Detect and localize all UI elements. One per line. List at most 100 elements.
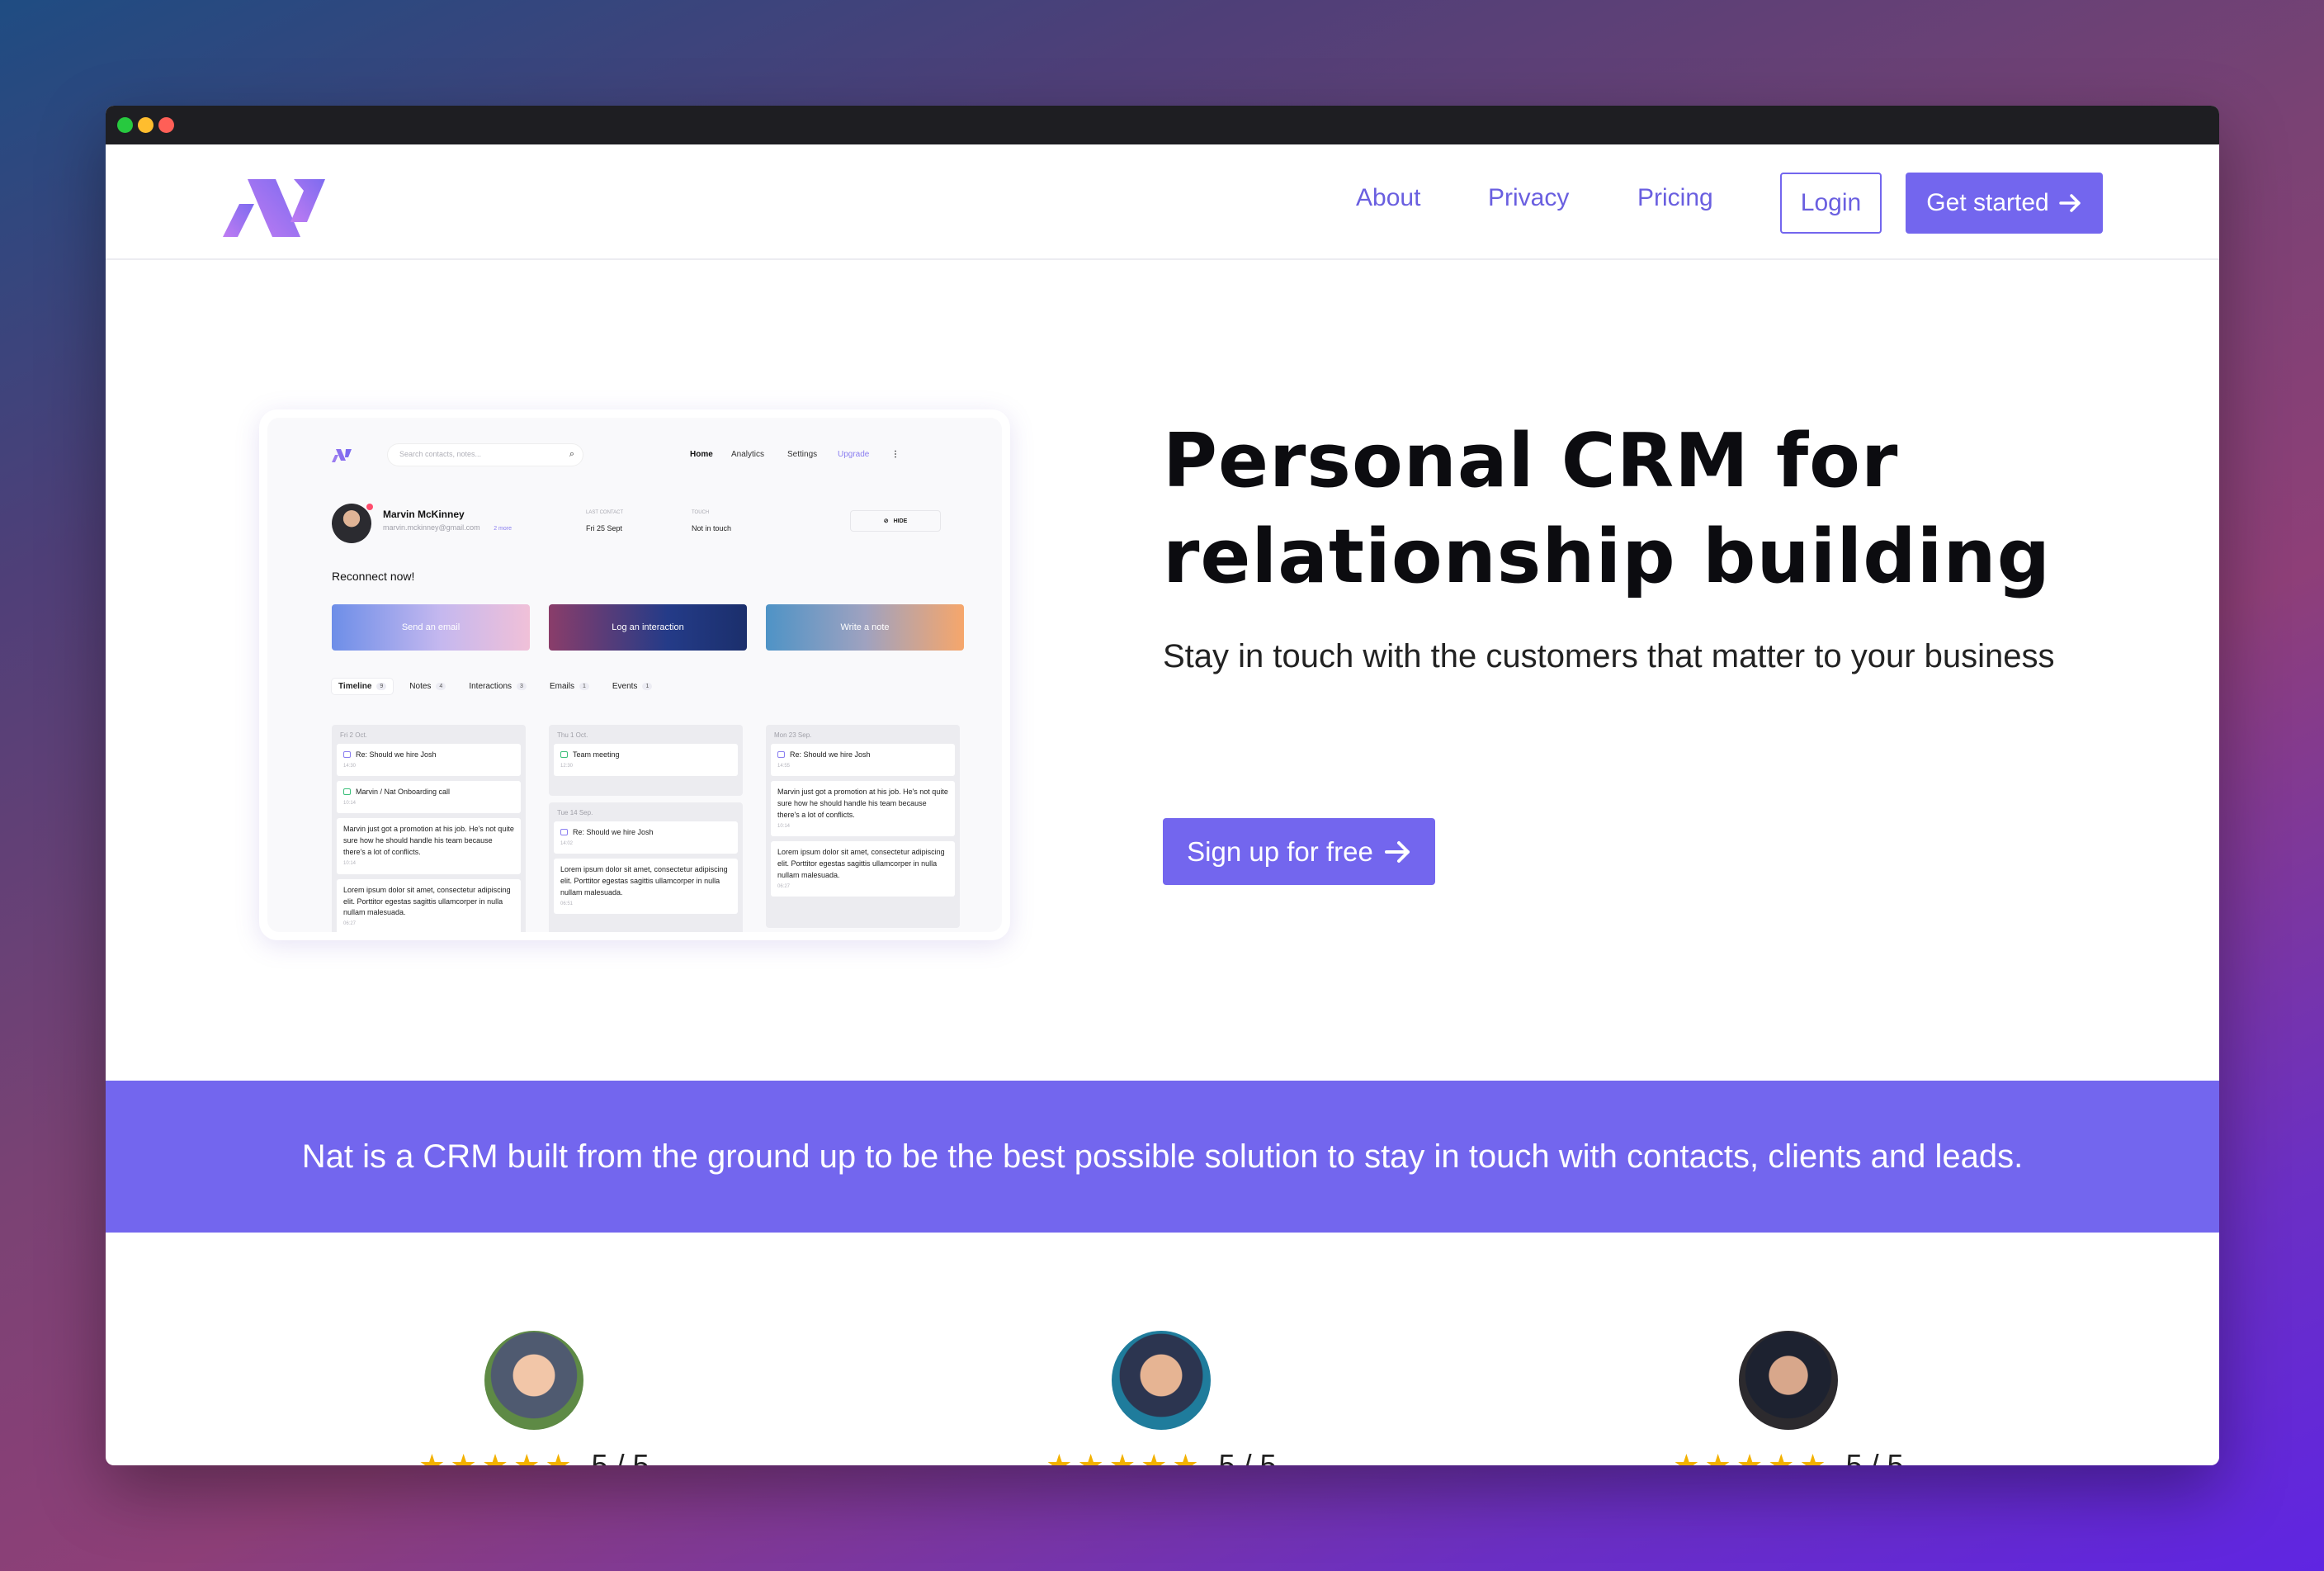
arrow-right-icon xyxy=(2058,194,2081,212)
timeline-card[interactable]: Re: Should we hire Josh 14:02 xyxy=(554,821,738,854)
preview-nav-analytics[interactable]: Analytics xyxy=(731,450,764,459)
avatar xyxy=(484,1331,583,1430)
preview-logo-icon xyxy=(332,449,352,462)
app-preview-screen: Search contacts, notes... ⌕ Home Analyti… xyxy=(267,418,1002,932)
tab-count-badge: 3 xyxy=(517,683,527,690)
log-interaction-button[interactable]: Log an interaction xyxy=(549,604,747,651)
preview-search-placeholder: Search contacts, notes... xyxy=(399,450,482,458)
site-header: About Privacy Pricing Login Get started xyxy=(106,144,2219,260)
tab-timeline[interactable]: Timeline 9 xyxy=(332,679,394,694)
email-more-link[interactable]: 2 more xyxy=(494,526,512,532)
timeline-card[interactable]: Re: Should we hire Josh 14:55 xyxy=(771,744,955,777)
nav-pricing-link[interactable]: Pricing xyxy=(1637,184,1713,212)
search-icon: ⌕ xyxy=(569,449,574,459)
preview-nav-settings[interactable]: Settings xyxy=(787,450,817,459)
testimonial: ★★★★★ 5 / 5 xyxy=(1037,1331,1285,1465)
card-text: Lorem ipsum dolor sit amet, consectetur … xyxy=(777,848,945,880)
eye-off-icon: ⊘ xyxy=(883,518,889,524)
card-text: Re: Should we hire Josh xyxy=(573,828,654,836)
rating: ★★★★★ 5 / 5 xyxy=(410,1448,658,1465)
reconnect-heading: Reconnect now! xyxy=(332,570,415,583)
hero-title-line-2: relationship building xyxy=(1163,513,2051,600)
card-text: Re: Should we hire Josh xyxy=(790,750,871,759)
window-titlebar xyxy=(106,106,2219,144)
tab-count-badge: 4 xyxy=(436,683,446,690)
more-vertical-icon[interactable]: ⋮ xyxy=(891,450,900,459)
login-button[interactable]: Login xyxy=(1780,173,1882,234)
nav-about-link[interactable]: About xyxy=(1356,184,1420,212)
timeline-card[interactable]: Re: Should we hire Josh 14:30 xyxy=(337,744,521,777)
card-time: 06:51 xyxy=(560,901,574,907)
timeline-card[interactable]: Marvin just got a promotion at his job. … xyxy=(771,781,955,837)
write-note-button[interactable]: Write a note xyxy=(766,604,964,651)
tab-count-badge: 1 xyxy=(579,683,589,690)
tab-label: Emails xyxy=(549,682,574,691)
tagline-banner: Nat is a CRM built from the ground up to… xyxy=(106,1081,2219,1233)
touch-value: Not in touch xyxy=(692,524,732,532)
window-minimize-button[interactable] xyxy=(138,117,154,133)
timeline-column: Tue 14 Sep. Re: Should we hire Josh 14:0… xyxy=(549,802,743,932)
preview-tabs: Timeline 9 Notes 4 Interactions 3 Emails 1 E… xyxy=(332,679,659,694)
preview-nav-upgrade[interactable]: Upgrade xyxy=(838,450,869,459)
star-rating-icon: ★★★★★ xyxy=(1673,1448,1831,1465)
nav-privacy-link[interactable]: Privacy xyxy=(1488,184,1569,212)
timeline-card[interactable]: Lorem ipsum dolor sit amet, consectetur … xyxy=(554,859,738,915)
email-icon xyxy=(343,751,351,758)
timeline-card[interactable]: Marvin just got a promotion at his job. … xyxy=(337,818,521,874)
log-interaction-label: Log an interaction xyxy=(612,622,684,632)
timeline-card[interactable]: Marvin / Nat Onboarding call 10:14 xyxy=(337,781,521,814)
timeline-column: Fri 2 Oct. Re: Should we hire Josh 14:30… xyxy=(332,725,526,932)
tab-interactions[interactable]: Interactions 3 xyxy=(462,679,533,694)
nat-logo[interactable] xyxy=(223,164,330,237)
column-date: Tue 14 Sep. xyxy=(557,809,593,816)
hero-title: Personal CRM for relationship building xyxy=(1163,414,2051,605)
contact-email: marvin.mckinney@gmail.com xyxy=(383,523,480,532)
contact-avatar xyxy=(332,504,371,543)
calendar-icon xyxy=(343,788,351,796)
avatar xyxy=(1112,1331,1211,1430)
email-icon xyxy=(777,751,785,758)
timeline-card[interactable]: Lorem ipsum dolor sit amet, consectetur … xyxy=(771,841,955,897)
send-email-label: Send an email xyxy=(401,622,461,632)
column-date: Mon 23 Sep. xyxy=(774,731,812,739)
hide-button[interactable]: ⊘ HIDE xyxy=(850,510,941,532)
star-rating-icon: ★★★★★ xyxy=(1046,1448,1204,1465)
rating-value: 5 / 5 xyxy=(591,1448,649,1465)
tab-events[interactable]: Events 1 xyxy=(606,679,659,694)
app-preview: Search contacts, notes... ⌕ Home Analyti… xyxy=(259,409,1010,940)
last-contact-value: Fri 25 Sept xyxy=(586,524,623,532)
sign-up-button[interactable]: Sign up for free xyxy=(1163,818,1435,885)
card-time: 14:30 xyxy=(343,763,357,769)
preview-nav-home[interactable]: Home xyxy=(690,450,713,459)
tab-label: Notes xyxy=(409,682,432,691)
timeline-column: Mon 23 Sep. Re: Should we hire Josh 14:5… xyxy=(766,725,960,928)
hero-title-line-1: Personal CRM for xyxy=(1163,418,1899,504)
timeline-card[interactable]: Team meeting 12:30 xyxy=(554,744,738,777)
card-time: 14:02 xyxy=(560,840,574,846)
rating: ★★★★★ 5 / 5 xyxy=(1037,1448,1285,1465)
send-email-button[interactable]: Send an email xyxy=(332,604,530,651)
tab-label: Timeline xyxy=(338,682,372,691)
hide-button-label: HIDE xyxy=(893,518,908,524)
tab-emails[interactable]: Emails 1 xyxy=(543,679,596,694)
preview-search-input[interactable]: Search contacts, notes... ⌕ xyxy=(388,444,583,466)
card-text: Team meeting xyxy=(573,750,620,759)
card-text: Marvin / Nat Onboarding call xyxy=(356,788,451,797)
column-date: Fri 2 Oct. xyxy=(340,731,367,739)
window-close-button[interactable] xyxy=(158,117,174,133)
browser-window: About Privacy Pricing Login Get started … xyxy=(106,106,2219,1465)
arrow-right-icon xyxy=(1384,840,1410,863)
rating-value: 5 / 5 xyxy=(1845,1448,1904,1465)
write-note-label: Write a note xyxy=(840,622,890,632)
card-time: 06:27 xyxy=(777,884,791,890)
tab-notes[interactable]: Notes 4 xyxy=(403,679,452,694)
get-started-button[interactable]: Get started xyxy=(1906,173,2103,234)
email-icon xyxy=(560,829,568,835)
rating: ★★★★★ 5 / 5 xyxy=(1665,1448,1912,1465)
tab-count-badge: 1 xyxy=(642,683,653,690)
login-button-label: Login xyxy=(1800,189,1862,216)
touch-label: Touch xyxy=(692,510,710,515)
timeline-card[interactable]: Lorem ipsum dolor sit amet, consectetur … xyxy=(337,878,521,932)
window-maximize-button[interactable] xyxy=(117,117,133,133)
tab-label: Events xyxy=(612,682,638,691)
